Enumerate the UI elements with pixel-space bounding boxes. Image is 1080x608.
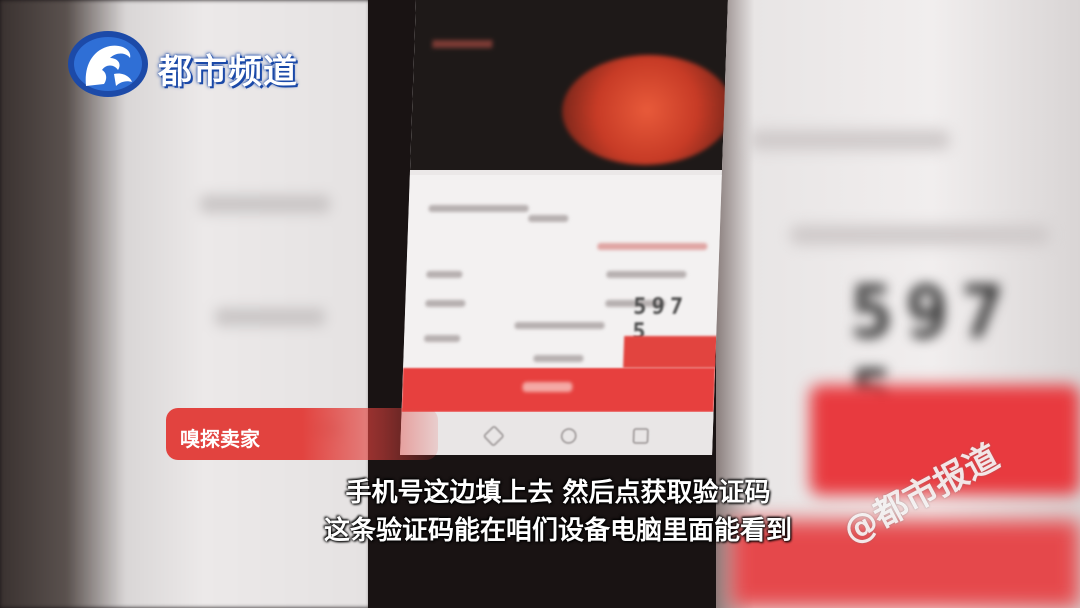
video-frame: 597 5 597 5 [0, 0, 1080, 608]
submit-payment-button[interactable] [401, 368, 716, 412]
blurred-field-label [424, 335, 461, 342]
blurred-field-label [425, 300, 466, 307]
blurred-field-value [514, 322, 605, 329]
blurred-text-line [750, 130, 950, 150]
caption-tag: 嗅探卖家 [166, 408, 438, 460]
product-banner [410, 0, 728, 170]
channel-logo-icon [68, 31, 148, 97]
blurred-button-label [522, 382, 573, 392]
caption-tag-label: 嗅探卖家 [180, 427, 260, 451]
channel-name: 都市频道 [158, 52, 298, 92]
blurred-text-line [200, 195, 330, 213]
blurred-field-label [426, 271, 463, 278]
food-image [560, 55, 728, 165]
blurred-form-title [528, 215, 569, 222]
home-icon[interactable] [560, 428, 577, 444]
blurred-text-line [432, 40, 493, 48]
back-icon[interactable] [482, 424, 506, 448]
blurred-text-line [215, 308, 325, 326]
get-code-button[interactable] [623, 336, 725, 368]
blurred-field-value [533, 355, 584, 362]
blurred-text-line [790, 225, 1050, 245]
blurred-form-title [428, 205, 529, 212]
blurred-price-line [597, 243, 708, 250]
recents-icon[interactable] [632, 428, 649, 444]
blurred-field-value [606, 271, 687, 278]
phone-screen: 597 5 [400, 0, 728, 455]
android-nav-bar [400, 412, 714, 455]
